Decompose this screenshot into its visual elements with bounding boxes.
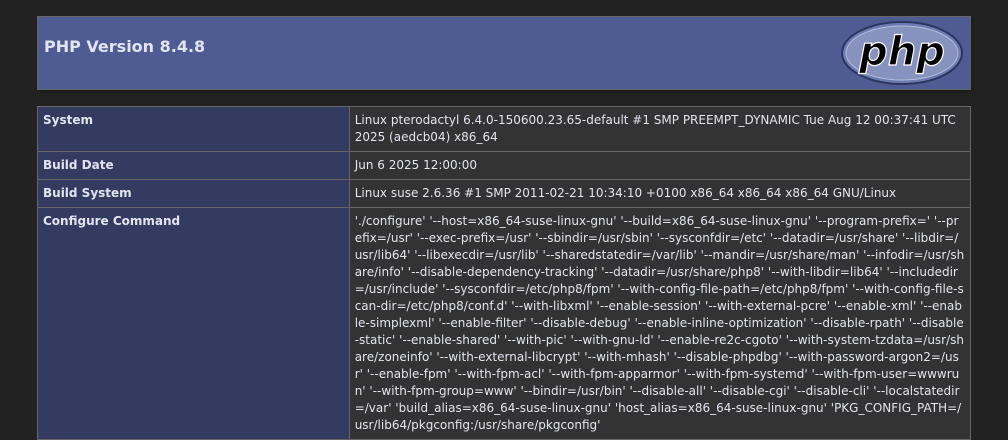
info-table: System Linux pterodactyl 6.4.0-150600.23… [37,106,972,440]
phpinfo-page: PHP Version 8.4.8 php System Linux ptero… [37,16,972,440]
php-logo-text: php [858,29,945,75]
phpinfo-header: PHP Version 8.4.8 php [37,16,971,90]
table-row: Build Date Jun 6 2025 12:00:00 [37,151,972,180]
php-logo-icon[interactable]: php [840,20,964,86]
row-key-configure-command: Configure Command [37,207,350,440]
page-title: PHP Version 8.4.8 [44,37,206,56]
table-row: Build System Linux suse 2.6.36 #1 SMP 20… [37,179,972,208]
table-row: Configure Command './configure' '--host=… [37,207,972,440]
row-value-build-system: Linux suse 2.6.36 #1 SMP 2011-02-21 10:3… [348,179,972,208]
row-value-configure-command: './configure' '--host=x86_64-suse-linux-… [348,207,972,440]
row-key-system: System [37,106,350,152]
row-key-build-date: Build Date [37,151,350,180]
row-value-system: Linux pterodactyl 6.4.0-150600.23.65-def… [348,106,972,152]
row-value-build-date: Jun 6 2025 12:00:00 [348,151,972,180]
row-key-build-system: Build System [37,179,350,208]
table-row: System Linux pterodactyl 6.4.0-150600.23… [37,106,972,152]
